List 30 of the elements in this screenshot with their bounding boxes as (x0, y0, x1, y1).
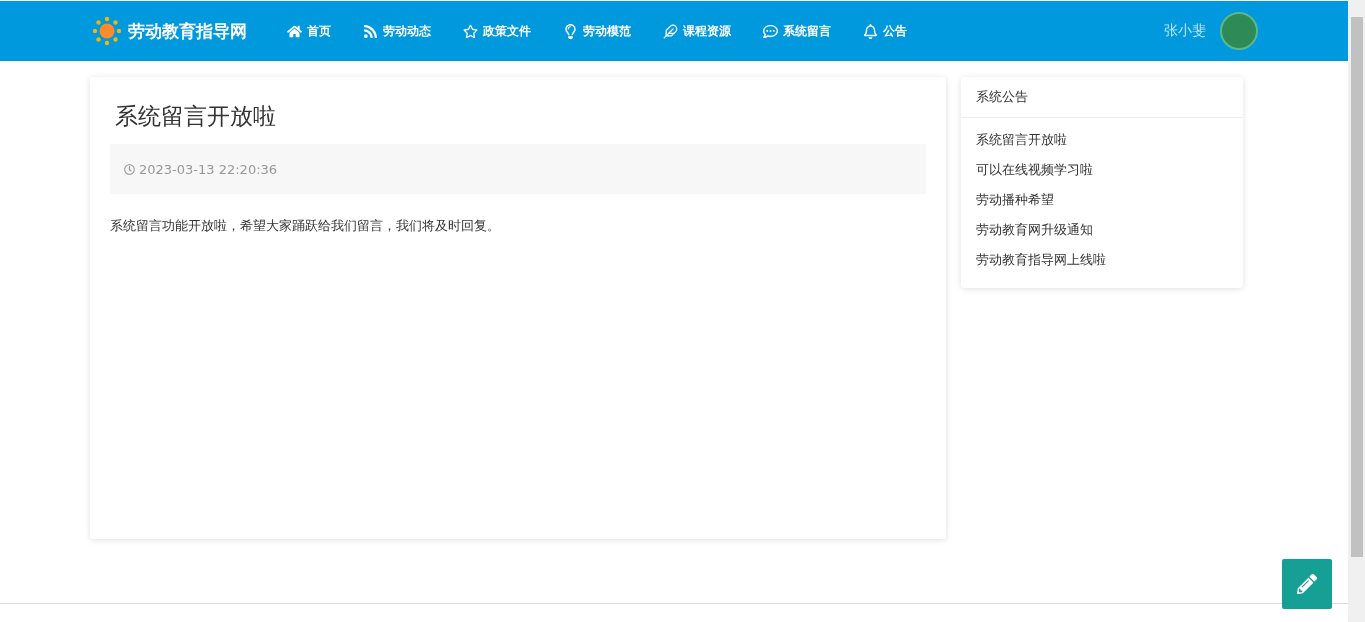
bulb-icon (563, 23, 578, 39)
site-logo-text[interactable]: 劳动教育指导网 (128, 19, 247, 43)
nav-link[interactable]: 公告 (863, 22, 907, 40)
article-body: 系统留言功能开放啦，希望大家踊跃给我们留言，我们将及时回复。 (110, 218, 501, 235)
announcement-link[interactable]: 系统留言开放啦 (976, 130, 1228, 149)
user-avatar[interactable] (1220, 12, 1258, 50)
chat-icon (763, 23, 778, 39)
nav-link[interactable]: 首页 (287, 22, 331, 40)
announcement-link[interactable]: 劳动教育指导网上线啦 (976, 250, 1228, 269)
nav-link[interactable]: 课程资源 (663, 22, 731, 40)
bell-icon (863, 23, 878, 39)
rss-icon (363, 23, 378, 39)
article-time: 2023-03-13 22:20:36 (139, 161, 278, 177)
panel-title: 系统公告 (961, 77, 1243, 118)
announcement-link[interactable]: 劳动教育网升级通知 (976, 220, 1228, 239)
nav-link[interactable]: 政策文件 (463, 22, 531, 40)
scrollbar-thumb[interactable] (1350, 17, 1363, 557)
article-title: 系统留言开放啦 (115, 102, 277, 131)
announcement-link[interactable]: 可以在线视频学习啦 (976, 160, 1228, 179)
nav-link[interactable]: 劳动动态 (363, 22, 431, 40)
nav-link[interactable]: 系统留言 (763, 22, 831, 40)
sun-logo-icon (92, 16, 122, 46)
home-icon (287, 23, 302, 39)
clock-icon (124, 163, 135, 175)
pencil-icon (1297, 574, 1317, 594)
announcement-link[interactable]: 劳动播种希望 (976, 190, 1228, 209)
edit-button[interactable] (1282, 559, 1332, 609)
star-icon (463, 23, 478, 39)
username[interactable]: 张小斐 (1164, 22, 1206, 40)
nav-link[interactable]: 劳动模范 (563, 22, 631, 40)
